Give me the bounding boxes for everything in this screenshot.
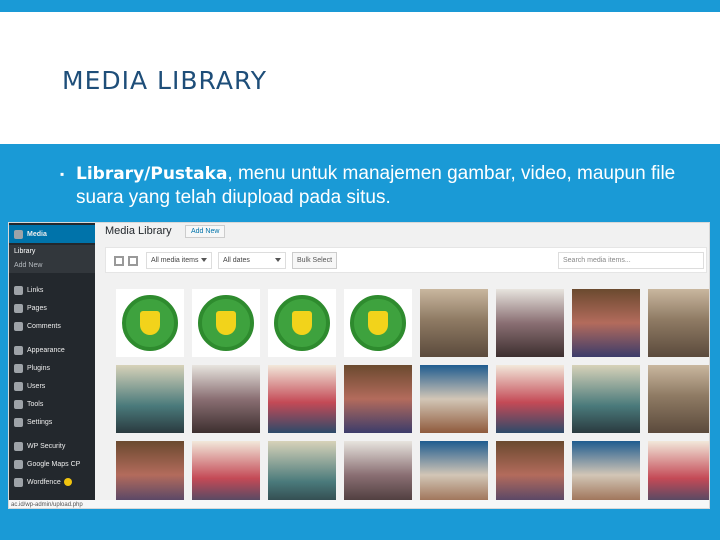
sidebar-item-users[interactable]: Users <box>9 377 95 395</box>
list-view-icon[interactable] <box>114 256 124 266</box>
bullet-dot-icon: ▪ <box>60 167 65 181</box>
media-thumbnail[interactable] <box>192 365 260 433</box>
map-icon <box>14 459 23 469</box>
add-new-button[interactable]: Add New <box>185 225 226 238</box>
media-thumbnail[interactable] <box>496 289 564 357</box>
appearance-icon <box>14 345 23 355</box>
sidebar-sub-add-new[interactable]: Add New <box>9 259 95 273</box>
media-thumbnail[interactable] <box>496 365 564 433</box>
bulk-select-button[interactable]: Bulk Select <box>292 252 338 269</box>
media-type-select[interactable]: All media items <box>146 252 212 269</box>
media-thumbnail[interactable] <box>344 441 412 508</box>
bullet-point: ▪ Library/Pustaka, menu untuk manajemen … <box>60 162 690 210</box>
media-thumbnail[interactable] <box>116 365 184 433</box>
media-thumbnail[interactable] <box>116 441 184 508</box>
links-icon <box>14 285 23 295</box>
university-logo-icon <box>274 295 330 351</box>
media-thumbnail[interactable] <box>648 289 709 357</box>
university-logo-icon <box>122 295 178 351</box>
media-library-main: Media Library Add New All media items Al… <box>95 223 709 508</box>
bullet-text: Library/Pustaka, menu untuk manajemen ga… <box>60 162 690 210</box>
tools-icon <box>14 399 23 409</box>
sidebar-item-settings[interactable]: Settings <box>9 413 95 431</box>
media-thumbnail[interactable] <box>572 289 640 357</box>
university-logo-icon <box>350 295 406 351</box>
media-thumbnail[interactable] <box>420 289 488 357</box>
sidebar-item-wp-security[interactable]: WP Security <box>9 437 95 455</box>
sidebar-item-links[interactable]: Links <box>9 281 95 299</box>
page-title: Media Library <box>105 225 172 237</box>
university-logo-icon <box>198 295 254 351</box>
media-thumbnail[interactable] <box>268 365 336 433</box>
sidebar-item-plugins[interactable]: Plugins <box>9 359 95 377</box>
media-thumbnail[interactable] <box>344 289 412 357</box>
sidebar-item-appearance[interactable]: Appearance <box>9 341 95 359</box>
media-thumbnail[interactable] <box>192 289 260 357</box>
wordfence-icon <box>14 477 23 487</box>
media-toolbar: All media items All dates Bulk Select Se… <box>105 247 707 273</box>
media-thumbnail[interactable] <box>648 441 709 508</box>
browser-status-url: ac.id/wp-admin/upload.php <box>9 500 709 508</box>
plugins-icon <box>14 363 23 373</box>
sidebar-item-tools[interactable]: Tools <box>9 395 95 413</box>
wp-admin-sidebar: Media Library Add New Links Pages Commen… <box>9 223 95 508</box>
media-thumbnail[interactable] <box>420 441 488 508</box>
media-thumbnail[interactable] <box>192 441 260 508</box>
media-thumbnail[interactable] <box>420 365 488 433</box>
settings-icon <box>14 417 23 427</box>
media-thumbnail[interactable] <box>572 441 640 508</box>
sidebar-item-pages[interactable]: Pages <box>9 299 95 317</box>
media-library-screenshot: Media Library Add New Links Pages Commen… <box>8 222 710 509</box>
slide-title: MEDIA LIBRARY <box>62 66 267 95</box>
users-icon <box>14 381 23 391</box>
pages-icon <box>14 303 23 313</box>
media-thumbnail[interactable] <box>268 441 336 508</box>
chevron-down-icon <box>275 258 281 262</box>
media-thumbnail[interactable] <box>572 365 640 433</box>
media-thumbnail[interactable] <box>344 365 412 433</box>
sidebar-sub-library[interactable]: Library <box>9 245 95 259</box>
media-thumbnail[interactable] <box>496 441 564 508</box>
comments-icon <box>14 321 23 331</box>
chevron-down-icon <box>201 258 207 262</box>
sidebar-item-wordfence[interactable]: Wordfence <box>9 473 95 491</box>
sidebar-item-comments[interactable]: Comments <box>9 317 95 335</box>
top-accent-bar <box>0 0 720 12</box>
media-thumbnail[interactable] <box>268 289 336 357</box>
date-filter-select[interactable]: All dates <box>218 252 286 269</box>
bullet-term: Library/Pustaka <box>76 164 228 184</box>
shield-icon <box>14 441 23 451</box>
sidebar-item-google-maps[interactable]: Google Maps CP <box>9 455 95 473</box>
grid-view-icon[interactable] <box>128 256 138 266</box>
media-thumbnail[interactable] <box>116 289 184 357</box>
sidebar-item-media[interactable]: Media <box>9 225 95 243</box>
search-input[interactable]: Search media items... <box>558 252 704 269</box>
media-thumbnail[interactable] <box>648 365 709 433</box>
notification-badge <box>63 478 72 486</box>
media-icon <box>14 229 23 239</box>
